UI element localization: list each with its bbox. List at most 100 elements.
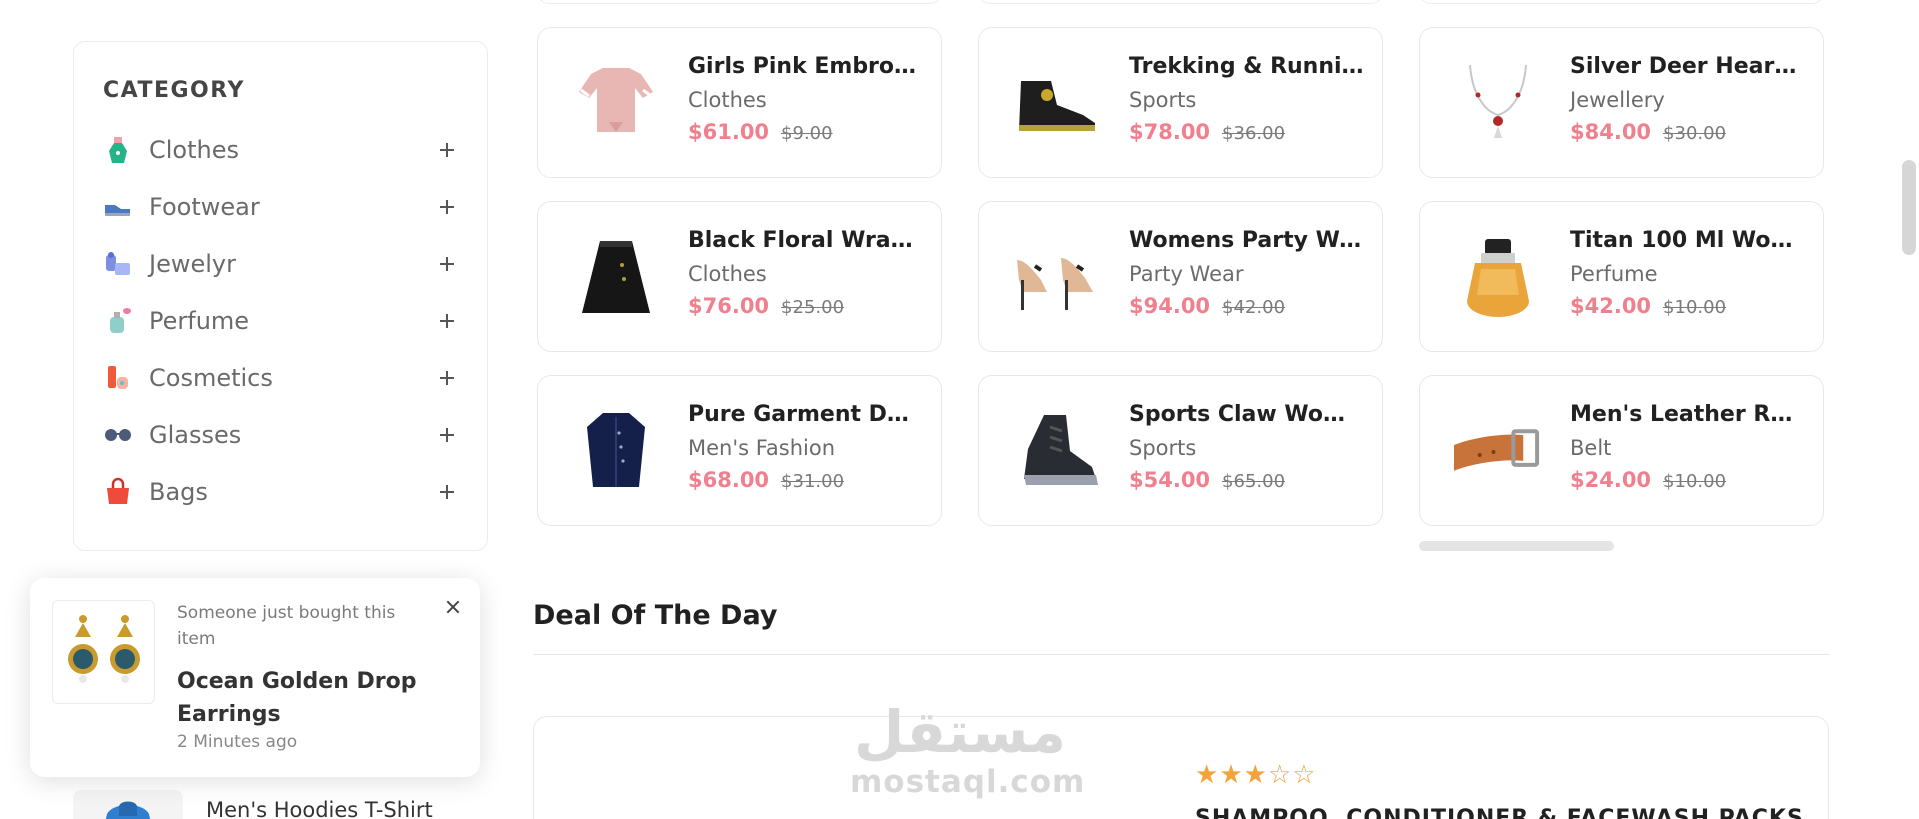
product-price: $78.00 $36.00 [1129,120,1364,144]
deal-card[interactable] [533,716,1829,819]
toast-product-name[interactable]: Ocean Golden Drop Earrings [177,665,437,731]
necklace-icon [1450,56,1545,151]
star-empty-icon: ☆ [1267,760,1292,790]
price-current: $61.00 [688,120,770,144]
product-card[interactable]: Trekking & Runnin... Sports $78.00 $36.0… [978,27,1383,178]
product-info: Trekking & Runnin... Sports $78.00 $36.0… [1129,52,1364,144]
product-price: $94.00 $42.00 [1129,294,1364,318]
product-price: $54.00 $65.00 [1129,468,1364,492]
product-title[interactable]: Pure Garment Dye... [688,400,923,430]
product-title[interactable]: Men's Leather Rev... [1570,400,1805,430]
glasses-icon [103,420,133,450]
plus-icon[interactable] [437,197,457,217]
product-category[interactable]: Men's Fashion [688,434,923,462]
product-card-partial[interactable] [978,0,1383,4]
product-title[interactable]: Trekking & Runnin... [1129,52,1364,82]
product-info: Girls Pink Embro D... Clothes $61.00 $9.… [688,52,923,144]
product-title[interactable]: Sports Claw Wome... [1129,400,1364,430]
product-card[interactable]: Black Floral Wrap ... Clothes $76.00 $25… [537,201,942,352]
price-current: $24.00 [1570,468,1652,492]
category-item-jewelry[interactable]: Jewelyr [103,235,457,292]
close-icon[interactable] [443,597,463,617]
product-card-partial[interactable] [537,0,942,4]
shoe-icon [103,192,133,222]
product-title[interactable]: Silver Deer Heart N... [1570,52,1805,82]
category-label: Footwear [149,192,260,221]
category-item-glasses[interactable]: Glasses [103,406,457,463]
category-sidebar: CATEGORY Clothes Footwear Jewelyr Perfum… [73,41,488,551]
product-category[interactable]: Clothes [688,86,923,114]
price-current: $84.00 [1570,120,1652,144]
star-empty-icon: ☆ [1292,760,1316,790]
category-label: Cosmetics [149,363,273,392]
product-category[interactable]: Belt [1570,434,1805,462]
bag-icon [103,477,133,507]
deal-section-title: Deal Of The Day [533,600,778,631]
category-item-clothes[interactable]: Clothes [103,121,457,178]
product-card[interactable]: Pure Garment Dye... Men's Fashion $68.00… [537,375,942,526]
page-scrollbar[interactable] [1902,160,1916,255]
toast-time: 2 Minutes ago [177,732,298,752]
deal-product-title[interactable]: SHAMPOO, CONDITIONER & FACEWASH PACKS [1195,806,1804,819]
product-price: $84.00 $30.00 [1570,120,1805,144]
product-card[interactable]: Silver Deer Heart N... Jewellery $84.00 … [1419,27,1824,178]
rating-stars: ★ ★ ★ ☆ ☆ [1195,760,1316,790]
product-title[interactable]: Womens Party We... [1129,226,1364,256]
product-title[interactable]: Titan 100 Ml Wome... [1570,226,1805,256]
watermark: مستقل mostaql.com [850,700,1084,800]
product-price: $61.00 $9.00 [688,120,923,144]
price-current: $94.00 [1129,294,1211,318]
product-category[interactable]: Perfume [1570,260,1805,288]
product-category[interactable]: Sports [1129,86,1364,114]
product-card-partial[interactable] [1419,0,1824,4]
product-price: $76.00 $25.00 [688,294,923,318]
product-title[interactable]: Men's Hoodies T-Shirt [206,798,433,819]
category-item-footwear[interactable]: Footwear [103,178,457,235]
price-current: $68.00 [688,468,770,492]
product-category[interactable]: Jewellery [1570,86,1805,114]
product-title[interactable]: Girls Pink Embro D... [688,52,923,82]
product-info: Titan 100 Ml Wome... Perfume $42.00 $10.… [1570,226,1805,318]
category-label: Glasses [149,420,242,449]
dress-icon [103,135,133,165]
product-info: Men's Leather Rev... Belt $24.00 $10.00 [1570,400,1805,492]
price-original: $31.00 [781,471,845,492]
product-info: Pure Garment Dye... Men's Fashion $68.00… [688,400,923,492]
category-item-perfume[interactable]: Perfume [103,292,457,349]
perfume-icon [103,306,133,336]
price-original: $10.00 [1663,471,1727,492]
price-current: $54.00 [1129,468,1211,492]
plus-icon[interactable] [437,311,457,331]
price-original: $36.00 [1222,123,1286,144]
category-item-cosmetics[interactable]: Cosmetics [103,349,457,406]
plus-icon[interactable] [437,425,457,445]
product-card[interactable]: Girls Pink Embro D... Clothes $61.00 $9.… [537,27,942,178]
product-category[interactable]: Clothes [688,260,923,288]
product-price: $68.00 $31.00 [688,468,923,492]
plus-icon[interactable] [437,482,457,502]
jewelry-icon [103,249,133,279]
plus-icon[interactable] [437,140,457,160]
category-item-bags[interactable]: Bags [103,463,457,520]
product-category[interactable]: Sports [1129,434,1364,462]
category-label: Jewelyr [149,249,236,278]
purchase-toast: Someone just bought this item Ocean Gold… [30,578,480,777]
product-title[interactable]: Black Floral Wrap ... [688,226,923,256]
product-category[interactable]: Party Wear [1129,260,1364,288]
earrings-icon [52,600,155,704]
product-card[interactable]: Womens Party We... Party Wear $94.00 $42… [978,201,1383,352]
heels-icon [1009,230,1104,325]
carousel-scrollbar[interactable] [1419,541,1614,551]
category-list: Clothes Footwear Jewelyr Perfume Cosmeti… [103,121,457,520]
product-thumbnail[interactable] [73,790,183,819]
product-info: Womens Party We... Party Wear $94.00 $42… [1129,226,1364,318]
plus-icon[interactable] [437,254,457,274]
plus-icon[interactable] [437,368,457,388]
product-card[interactable]: Sports Claw Wome... Sports $54.00 $65.00 [978,375,1383,526]
product-info: Sports Claw Wome... Sports $54.00 $65.00 [1129,400,1364,492]
product-card[interactable]: Men's Leather Rev... Belt $24.00 $10.00 [1419,375,1824,526]
page: CATEGORY Clothes Footwear Jewelyr Perfum… [0,0,1919,819]
shirt-icon [568,404,663,499]
product-card[interactable]: Titan 100 Ml Wome... Perfume $42.00 $10.… [1419,201,1824,352]
price-original: $9.00 [781,123,833,144]
